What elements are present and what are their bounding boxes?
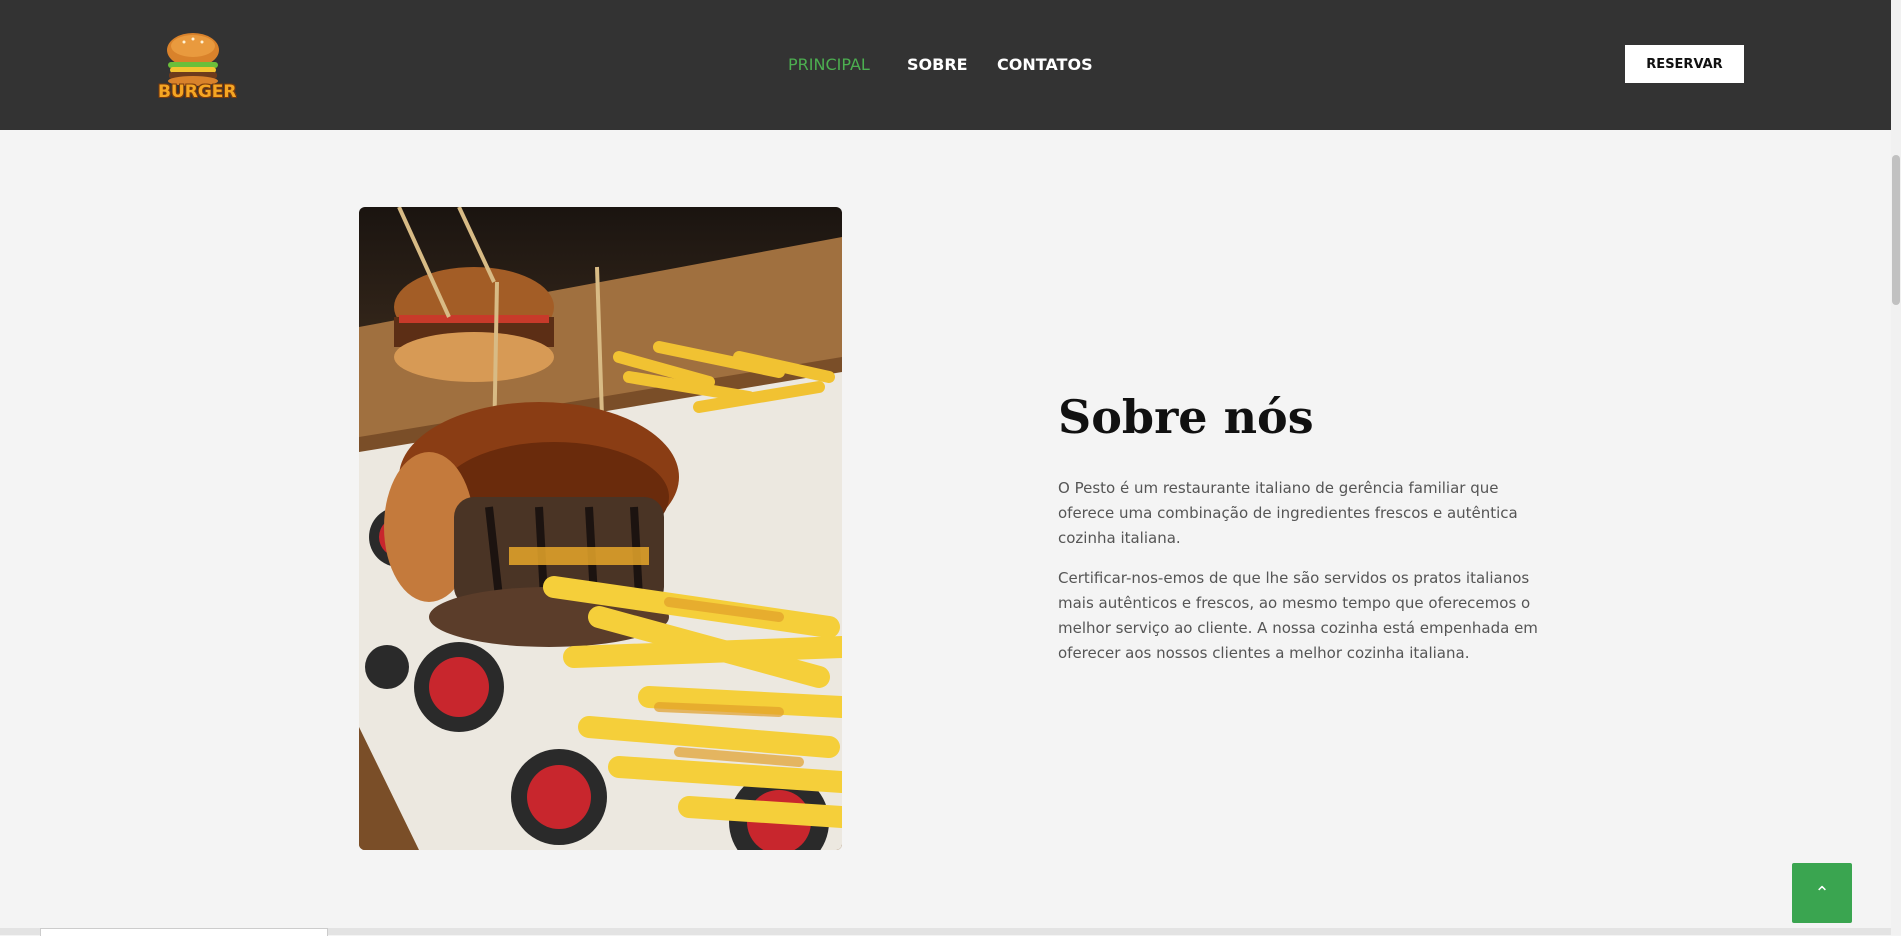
logo-text: BURGER (158, 82, 237, 102)
about-paragraph-1: O Pesto é um restaurante italiano de ger… (1058, 479, 1518, 547)
main-nav: PRINCIPAL SOBRE CONTATOS (0, 55, 1891, 75)
burger-photo (359, 207, 842, 850)
about-title: Sobre nós (1058, 390, 1314, 444)
chevron-up-icon: ⌃ (1814, 882, 1830, 904)
nav-sobre[interactable]: SOBRE (907, 55, 968, 74)
nav-principal[interactable]: PRINCIPAL (788, 55, 870, 74)
scrollbar-thumb[interactable] (1892, 155, 1900, 305)
scroll-to-top-button[interactable]: ⌃ (1792, 863, 1852, 923)
reserve-button[interactable]: RESERVAR (1625, 45, 1744, 83)
site-header: BURGER PRINCIPAL SOBRE CONTATOS RESERVAR (0, 0, 1891, 130)
nav-contatos[interactable]: CONTATOS (997, 55, 1093, 74)
page-scrollbar[interactable] (1891, 0, 1901, 935)
about-paragraph-2: Certificar-nos-emos de que lhe são servi… (1058, 569, 1538, 662)
